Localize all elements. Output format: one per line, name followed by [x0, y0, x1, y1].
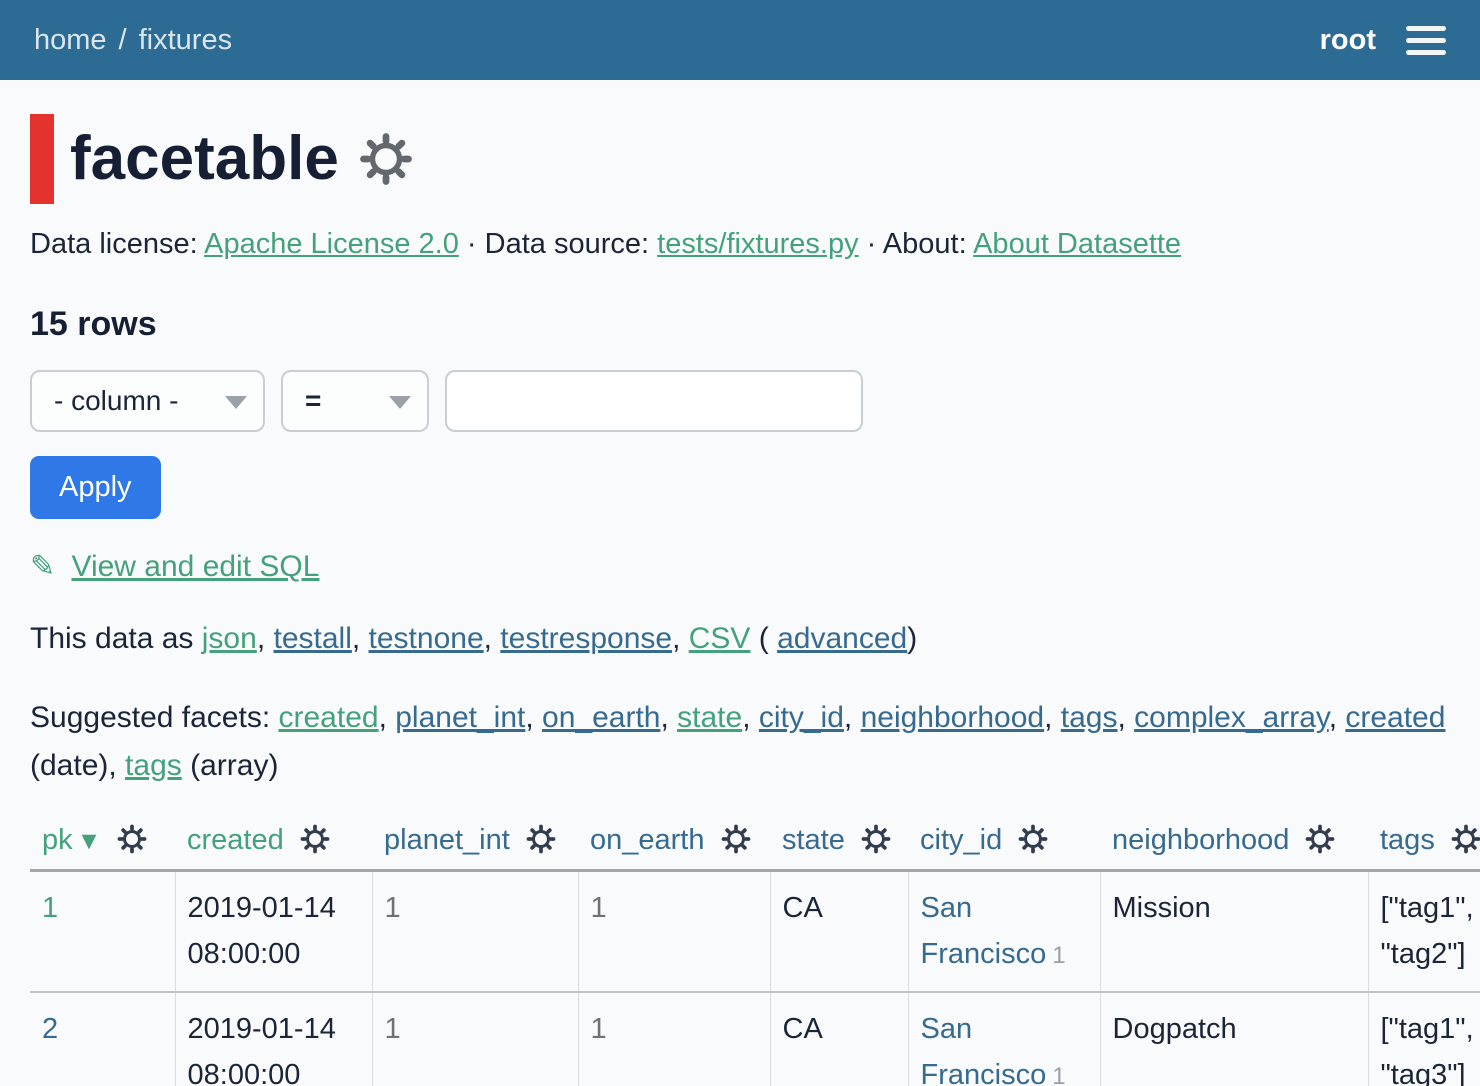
facet-count: 1 — [1052, 942, 1065, 969]
cell-city-id: San Francisco1 — [908, 992, 1100, 1086]
hamburger-menu-icon[interactable] — [1406, 26, 1446, 55]
sort-city-id-link[interactable]: city_id — [920, 824, 1002, 856]
cell-neighborhood: Dogpatch — [1100, 992, 1368, 1086]
cell-created: 2019-01-14 08:00:00 — [175, 870, 372, 991]
column-header-pk: pk▼ — [30, 816, 175, 871]
table-row: 1 2019-01-14 08:00:00 1 1 CA San Francis… — [30, 870, 1480, 991]
column-select[interactable]: - column - — [30, 370, 265, 432]
cell-created: 2019-01-14 08:00:00 — [175, 992, 372, 1086]
column-header-neighborhood: neighborhood — [1100, 816, 1368, 871]
page-title: facetable — [30, 114, 339, 204]
breadcrumb: home / fixtures — [34, 24, 232, 57]
column-header-city-id: city_id — [908, 816, 1100, 871]
table-row: 2 2019-01-14 08:00:00 1 1 CA San Francis… — [30, 992, 1480, 1086]
suggested-facets: Suggested facets: created, planet_int, o… — [30, 694, 1450, 790]
operator-select[interactable]: = — [281, 370, 429, 432]
breadcrumb-fixtures-link[interactable]: fixtures — [139, 24, 232, 57]
facet-link-created[interactable]: created — [279, 701, 379, 734]
cell-neighborhood: Mission — [1100, 870, 1368, 991]
sort-planet-int-link[interactable]: planet_int — [384, 824, 510, 856]
column-gear-icon[interactable] — [526, 824, 556, 854]
column-gear-icon[interactable] — [721, 824, 751, 854]
license-link[interactable]: Apache License 2.0 — [204, 228, 459, 260]
breadcrumb-home-link[interactable]: home — [34, 24, 107, 57]
facet-link-tags[interactable]: tags — [1061, 701, 1118, 734]
user-menu-root[interactable]: root — [1320, 24, 1376, 57]
cell-tags: ["tag1", "tag2"] — [1368, 870, 1480, 991]
row-pk-link[interactable]: 1 — [42, 892, 58, 924]
facet-count: 1 — [1052, 1063, 1065, 1086]
main-content: facetable Data license: Apache License 2… — [0, 114, 1480, 1086]
about-label: About: — [883, 228, 967, 260]
export-link-json[interactable]: json — [202, 622, 257, 655]
export-link-testnone[interactable]: testnone — [369, 622, 484, 655]
facet-link-city-id[interactable]: city_id — [759, 701, 844, 734]
sort-desc-icon: ▼ — [77, 827, 102, 855]
export-prefix: This data as — [30, 622, 202, 655]
column-gear-icon[interactable] — [117, 824, 147, 854]
about-link[interactable]: About Datasette — [973, 228, 1181, 260]
top-nav: home / fixtures root — [0, 0, 1480, 80]
table-header-row: pk▼ created planet_int on_earth state — [30, 816, 1480, 871]
facets-prefix: Suggested facets: — [30, 701, 279, 734]
export-link-advanced[interactable]: advanced — [777, 622, 907, 655]
filter-value-input[interactable] — [445, 370, 863, 432]
sql-line: ✎ View and edit SQL — [30, 549, 1450, 584]
row-pk-link[interactable]: 2 — [42, 1013, 58, 1045]
chevron-down-icon — [389, 396, 411, 409]
export-link-testresponse[interactable]: testresponse — [500, 622, 672, 655]
cell-city-id: San Francisco1 — [908, 870, 1100, 991]
filter-row: - column - = — [30, 370, 1450, 432]
export-links: This data as json, testall, testnone, te… — [30, 622, 1450, 656]
sort-neighborhood-link[interactable]: neighborhood — [1112, 824, 1289, 856]
breadcrumb-separator: / — [119, 24, 127, 57]
apply-button[interactable]: Apply — [30, 456, 161, 519]
view-edit-sql-link[interactable]: View and edit SQL — [71, 550, 319, 583]
facet-link-state[interactable]: state — [677, 701, 742, 734]
source-link[interactable]: tests/fixtures.py — [657, 228, 858, 260]
pencil-icon: ✎ — [30, 549, 55, 584]
cell-planet-int: 1 — [372, 992, 578, 1086]
sort-pk-link[interactable]: pk — [42, 824, 73, 856]
sort-created-link[interactable]: created — [187, 824, 284, 856]
facet-link-on-earth[interactable]: on_earth — [542, 701, 660, 734]
chevron-down-icon — [225, 396, 247, 409]
column-gear-icon[interactable] — [861, 824, 891, 854]
license-label: Data license: — [30, 228, 198, 260]
cell-state: CA — [770, 870, 908, 991]
cell-planet-int: 1 — [372, 870, 578, 991]
source-label: Data source: — [485, 228, 649, 260]
column-gear-icon[interactable] — [1018, 824, 1048, 854]
sort-on-earth-link[interactable]: on_earth — [590, 824, 705, 856]
city-link[interactable]: San Francisco — [921, 1013, 1047, 1086]
row-count: 15 rows — [30, 305, 1450, 344]
facet-link-planet-int[interactable]: planet_int — [395, 701, 525, 734]
sort-state-link[interactable]: state — [782, 824, 845, 856]
column-header-planet-int: planet_int — [372, 816, 578, 871]
cell-on-earth: 1 — [578, 870, 770, 991]
table-settings-gear-icon[interactable] — [359, 132, 413, 186]
cell-on-earth: 1 — [578, 992, 770, 1086]
facet-link-complex-array[interactable]: complex_array — [1134, 701, 1329, 734]
cell-tags: ["tag1", "tag3"] — [1368, 992, 1480, 1086]
column-header-created: created — [175, 816, 372, 871]
column-gear-icon[interactable] — [1305, 824, 1335, 854]
cell-state: CA — [770, 992, 908, 1086]
column-header-on-earth: on_earth — [578, 816, 770, 871]
metadata-line: Data license: Apache License 2.0 · Data … — [30, 228, 1450, 261]
results-table: pk▼ created planet_int on_earth state — [30, 816, 1480, 1086]
export-link-csv[interactable]: CSV — [689, 622, 751, 655]
column-gear-icon[interactable] — [1451, 824, 1480, 854]
export-link-testall[interactable]: testall — [273, 622, 351, 655]
column-header-tags: tags — [1368, 816, 1480, 871]
facet-link-tags-array[interactable]: tags — [125, 749, 182, 782]
column-header-state: state — [770, 816, 908, 871]
city-link[interactable]: San Francisco — [921, 892, 1047, 970]
facet-link-created-date[interactable]: created — [1345, 701, 1445, 734]
sort-tags-link[interactable]: tags — [1380, 824, 1435, 856]
facet-link-neighborhood[interactable]: neighborhood — [861, 701, 1045, 734]
column-gear-icon[interactable] — [300, 824, 330, 854]
